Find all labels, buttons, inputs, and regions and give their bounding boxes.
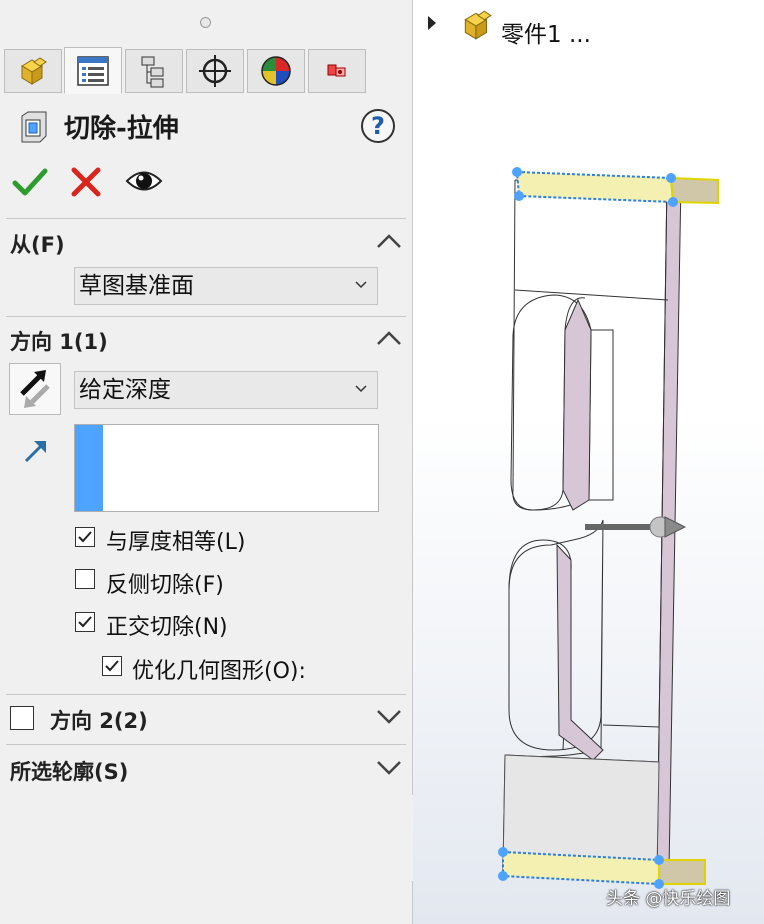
normal-cut-label: 正交切除(N) (106, 615, 228, 640)
end-condition-value: 给定深度 (79, 377, 171, 403)
part-cube-icon (464, 10, 492, 40)
reverse-direction-icon (20, 370, 50, 408)
caret-right-icon[interactable] (428, 16, 436, 30)
equal-thickness-checkbox[interactable] (75, 527, 95, 547)
section-divider (6, 694, 406, 695)
direction2-section-title[interactable]: 方向 2(2) (50, 705, 148, 735)
flip-side-cut-checkbox[interactable] (75, 569, 95, 589)
property-list-icon (77, 55, 109, 86)
chevron-down-icon[interactable] (376, 759, 402, 777)
section-divider (6, 218, 406, 219)
appearance-ball-icon (261, 56, 291, 86)
panel-grip-handle[interactable] (200, 17, 211, 28)
configuration-tree-icon (141, 56, 164, 88)
direction1-section-title[interactable]: 方向 1(1) (10, 326, 108, 356)
normal-cut-checkbox[interactable] (75, 612, 95, 632)
direction-selection-box[interactable] (74, 424, 379, 512)
feature-tree-root-label[interactable]: 零件1 ... (501, 15, 591, 49)
chevron-up-icon[interactable] (376, 329, 402, 347)
part-model-view[interactable] (413, 150, 764, 895)
reverse-direction-button[interactable] (9, 363, 61, 415)
tab-display-manager[interactable] (247, 49, 305, 93)
svg-text:?: ? (371, 112, 385, 140)
section-divider (6, 316, 406, 317)
from-condition-dropdown[interactable]: 草图基准面 (74, 267, 378, 305)
cam-icon (327, 64, 346, 77)
tab-property-manager[interactable] (64, 47, 122, 94)
checkmark-icon (105, 660, 119, 672)
from-condition-value: 草图基准面 (79, 273, 194, 299)
question-icon[interactable]: ? (360, 108, 396, 144)
direction2-checkbox[interactable] (10, 706, 34, 730)
preview-eye-icon[interactable] (125, 168, 163, 194)
checkmark-icon (78, 531, 92, 543)
cancel-x-icon[interactable] (70, 166, 102, 198)
from-section-title[interactable]: 从(F) (10, 229, 65, 259)
part-cube-icon (21, 57, 47, 85)
tab-configuration-manager[interactable] (125, 49, 183, 93)
chevron-down-icon (355, 385, 367, 393)
equal-thickness-label: 与厚度相等(L) (106, 530, 246, 555)
direction-vector-arrow-icon (24, 441, 46, 463)
optimize-geometry-checkbox[interactable] (102, 656, 122, 676)
chevron-down-icon[interactable] (376, 708, 402, 726)
selection-color-swatch (75, 425, 103, 511)
property-manager-panel: 切除-拉伸 ? 从(F) 草图基准面 方向 1(1) 给定深度 与厚度相等(L)… (0, 0, 413, 924)
manager-tab-strip (4, 47, 408, 95)
watermark-text: 头条 @快乐绘图 (606, 889, 731, 909)
graphics-viewport[interactable]: 零件1 ... (413, 0, 764, 924)
tab-cam-manager[interactable] (308, 49, 366, 93)
chevron-down-icon (355, 281, 367, 289)
optimize-geometry-label: 优化几何图形(O): (132, 659, 306, 684)
end-condition-dropdown[interactable]: 给定深度 (74, 371, 378, 409)
tab-feature-manager[interactable] (4, 49, 62, 93)
extruded-cut-feature-icon (21, 111, 47, 143)
checkmark-icon (78, 616, 92, 628)
tab-dimxpert-manager[interactable] (186, 49, 244, 93)
chevron-up-icon[interactable] (376, 232, 402, 250)
accept-checkmark-icon[interactable] (12, 166, 48, 198)
flip-side-cut-label: 反侧切除(F) (106, 573, 224, 598)
crosshair-icon (199, 55, 231, 87)
section-divider (6, 744, 406, 745)
page-title: 切除-拉伸 (64, 114, 179, 144)
selected-contours-section-title[interactable]: 所选轮廓(S) (10, 756, 128, 786)
